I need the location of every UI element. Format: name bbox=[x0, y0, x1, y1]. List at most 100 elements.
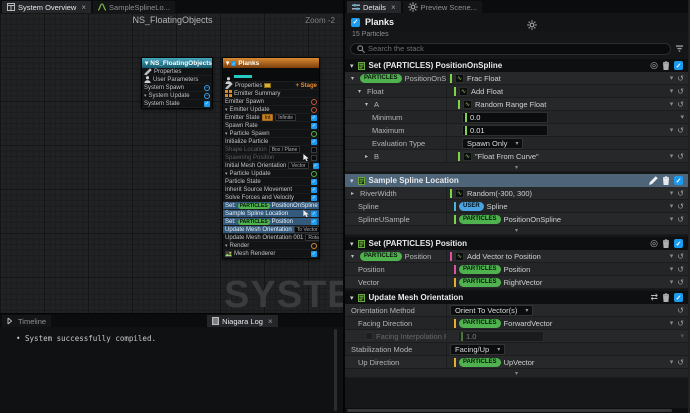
enabled-checkbox[interactable]: ✓ bbox=[674, 239, 683, 248]
expand-arrow-icon[interactable]: ▾ bbox=[358, 88, 364, 95]
emitter-node-row-particle-state[interactable]: Particle State✓ bbox=[223, 178, 319, 186]
stack-param-stabilization-mode[interactable]: Stabilization ModeFacing/Up▾ bbox=[345, 343, 688, 356]
dropdown-select[interactable]: Facing/Up▾ bbox=[450, 344, 505, 355]
reset-to-default-icon[interactable]: ↺ bbox=[677, 306, 684, 315]
emitter-node-row-render[interactable]: ▾Render bbox=[223, 242, 319, 250]
reset-to-default-icon[interactable]: ↺ bbox=[677, 100, 684, 109]
stack-param-minimum[interactable]: Minimum0.0▾ bbox=[345, 111, 688, 124]
stack-param-facing-direction[interactable]: Facing DirectionPARTICLESForwardVector▾↺ bbox=[345, 317, 688, 330]
reset-to-default-icon[interactable]: ↺ bbox=[677, 215, 684, 224]
stack-param-up-direction[interactable]: Up DirectionPARTICLESUpVector▾↺ bbox=[345, 356, 688, 369]
emitter-node-row-inherit-source-movement[interactable]: Inherit Source Movement✓ bbox=[223, 186, 319, 194]
enabled-checkbox-icon[interactable]: ✓ bbox=[204, 101, 210, 107]
emitter-node-planks[interactable]: ▾ ✓ Planks Properties+ StageEmitter Summ… bbox=[222, 57, 320, 259]
system-node-row-system-spawn[interactable]: System Spawn– bbox=[142, 84, 212, 92]
emitter-node-row-emitter-state[interactable]: Emitter StateIntInfinite✓ bbox=[223, 114, 319, 122]
stack-section-set-particles-position[interactable]: ▾Set (PARTICLES) Position◎✓ bbox=[345, 237, 688, 250]
close-tab-icon[interactable]: × bbox=[268, 317, 273, 326]
graph-tab-samplesplinelo[interactable]: SampleSplineLo... bbox=[93, 1, 175, 13]
search-input[interactable] bbox=[368, 44, 664, 53]
emitter-node-row-particle-update[interactable]: ▾Particle Update bbox=[223, 170, 319, 178]
value-options-chevron-icon[interactable]: ▾ bbox=[670, 152, 674, 160]
stack-section-set-particles-positiononspline[interactable]: ▾Set (PARTICLES) PositionOnSpline◎✓ bbox=[345, 59, 688, 72]
value-options-chevron-icon[interactable]: ▾ bbox=[680, 332, 684, 340]
stage-state-icon[interactable] bbox=[311, 131, 317, 137]
close-tab-icon[interactable]: × bbox=[81, 3, 86, 12]
collapse-circle-icon[interactable]: – bbox=[204, 93, 210, 99]
log-scrollbar[interactable] bbox=[334, 329, 337, 411]
stack-param-orientation-method[interactable]: Orientation MethodOrient To Vector(s)▾↺ bbox=[345, 304, 688, 317]
dropdown-select[interactable]: Orient To Vector(s)▾ bbox=[450, 305, 533, 316]
add-stage-button[interactable]: + Stage bbox=[295, 83, 317, 89]
stack-expander[interactable]: ▾ bbox=[345, 226, 688, 235]
emitter-enabled-checkbox[interactable]: ✓ bbox=[351, 18, 360, 27]
stage-state-icon[interactable] bbox=[311, 171, 317, 177]
enabled-checkbox-icon[interactable]: ✓ bbox=[311, 187, 317, 193]
disabled-checkbox-icon[interactable] bbox=[311, 155, 317, 161]
enabled-checkbox[interactable]: ✓ bbox=[674, 293, 683, 302]
stack-param-positiononspline[interactable]: ▾PARTICLESPositionOnSpline∿Frac Float▾↺ bbox=[345, 72, 688, 85]
value-options-chevron-icon[interactable]: ▾ bbox=[670, 100, 674, 108]
watch-icon[interactable]: ◎ bbox=[650, 239, 658, 248]
value-widget[interactable]: ∿"Float From Curve" bbox=[458, 152, 539, 161]
reset-to-default-icon[interactable]: ↺ bbox=[677, 265, 684, 274]
search-box[interactable] bbox=[350, 43, 671, 55]
emitter-node-row-initialize-particle[interactable]: Initialize Particle✓ bbox=[223, 138, 319, 146]
stack-expander[interactable]: ▾ bbox=[345, 163, 688, 172]
value-widget[interactable]: PARTICLESPositionOnSpline bbox=[454, 215, 561, 224]
stack-param-riverwidth[interactable]: ▸RiverWidth∿Random(-300, 300)▾↺ bbox=[345, 187, 688, 200]
numeric-input[interactable]: 1.0 bbox=[458, 331, 544, 342]
expand-arrow-icon[interactable]: ▸ bbox=[351, 190, 357, 197]
emitter-node-row-emitter-summary[interactable]: Emitter Summary bbox=[223, 90, 319, 98]
emitter-node-row-sample-spline-location[interactable]: Sample Spline Location✓ bbox=[223, 210, 319, 218]
value-options-chevron-icon[interactable]: ▾ bbox=[670, 189, 674, 197]
system-node-row-properties[interactable]: Properties bbox=[142, 68, 212, 76]
trash-icon[interactable] bbox=[662, 176, 670, 185]
emitter-node-row-set-position[interactable]: Set:PARTICLESPosition✓ bbox=[223, 218, 319, 226]
value-options-chevron-icon[interactable]: ▾ bbox=[680, 113, 684, 121]
graph-tab-system-overview[interactable]: System Overview× bbox=[2, 1, 91, 13]
emitter-node-row-properties[interactable]: Properties+ Stage bbox=[223, 82, 319, 90]
collapse-circle-icon[interactable]: – bbox=[204, 85, 210, 91]
dropdown-select[interactable]: Spawn Only▾ bbox=[462, 138, 523, 149]
value-widget[interactable]: ∿Random Range Float bbox=[458, 100, 546, 109]
system-node[interactable]: ▾ NS_FloatingObjects PropertiesUser Para… bbox=[141, 57, 213, 109]
reset-to-default-icon[interactable]: ↺ bbox=[677, 358, 684, 367]
reset-to-default-icon[interactable]: ↺ bbox=[677, 87, 684, 96]
system-node-row-system-state[interactable]: System State✓ bbox=[142, 100, 212, 108]
value-widget[interactable]: Facing/Up▾ bbox=[450, 344, 505, 355]
expand-arrow-icon[interactable]: ▾ bbox=[365, 101, 371, 108]
value-options-chevron-icon[interactable]: ▾ bbox=[670, 278, 674, 286]
trash-icon[interactable] bbox=[662, 61, 670, 70]
value-widget[interactable]: ∿Random(-300, 300) bbox=[450, 189, 532, 198]
param-checkbox[interactable] bbox=[365, 332, 373, 340]
value-options-chevron-icon[interactable]: ▾ bbox=[670, 126, 674, 134]
enabled-checkbox-icon[interactable]: ✓ bbox=[311, 139, 317, 145]
stack-param-a[interactable]: ▾A∿Random Range Float▾↺ bbox=[345, 98, 688, 111]
enabled-checkbox-icon[interactable]: ✓ bbox=[313, 163, 319, 169]
numeric-input[interactable]: 0.01 bbox=[462, 125, 548, 136]
value-widget[interactable]: PARTICLESUpVector bbox=[454, 358, 534, 367]
trash-icon[interactable] bbox=[662, 239, 670, 248]
chevron-down-icon[interactable]: ▾ bbox=[350, 294, 354, 302]
trash-icon[interactable] bbox=[662, 293, 670, 302]
stack-param-float[interactable]: ▾Float∿Add Float▾↺ bbox=[345, 85, 688, 98]
value-widget[interactable]: 0.0 bbox=[462, 112, 548, 123]
value-widget[interactable]: ∿Add Float bbox=[454, 87, 503, 96]
emitter-enabled-checkbox[interactable]: ✓ bbox=[231, 61, 236, 66]
emitter-node-row-set-positiononspline[interactable]: Set:PARTICLESPositionOnSpline✓ bbox=[223, 202, 319, 210]
emitter-node-row-update-mesh-orientation-001[interactable]: Update Mesh Orientation 001Rotation Rate… bbox=[223, 234, 319, 242]
value-widget[interactable]: 1.0 bbox=[458, 331, 544, 342]
reset-to-default-icon[interactable]: ↺ bbox=[677, 252, 684, 261]
stack-param-position[interactable]: ▾PARTICLESPosition∿Add Vector to Positio… bbox=[345, 250, 688, 263]
stack-param-evaluation-type[interactable]: Evaluation TypeSpawn Only▾ bbox=[345, 137, 688, 150]
enabled-checkbox[interactable]: ✓ bbox=[674, 61, 683, 70]
bottom-tab-timeline[interactable]: Timeline bbox=[2, 315, 51, 327]
stack-section-sample-spline-location[interactable]: ▾Sample Spline Location✓ bbox=[345, 174, 688, 187]
stack-param-facing-interpolation-rate[interactable]: Facing Interpolation Rate1.0▾ bbox=[345, 330, 688, 343]
reset-to-default-icon[interactable]: ↺ bbox=[677, 152, 684, 161]
value-widget[interactable]: ∿Add Vector to Position bbox=[450, 252, 541, 261]
stack-expander[interactable]: ▾ bbox=[345, 369, 688, 378]
horizontal-scrollbar[interactable] bbox=[345, 408, 688, 413]
expand-arrow-icon[interactable]: ▸ bbox=[365, 153, 371, 160]
